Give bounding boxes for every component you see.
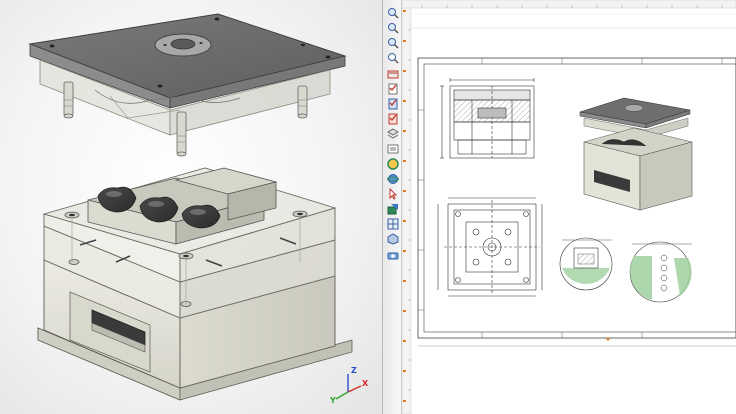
orbit-icon[interactable]: [386, 172, 400, 185]
view-block-icon[interactable]: [386, 67, 400, 80]
ruler-left: [402, 7, 412, 414]
top-mold-half[interactable]: [28, 13, 347, 157]
sphere-icon[interactable]: [386, 157, 400, 170]
zoom-in-icon[interactable]: [386, 6, 400, 19]
3d-viewport[interactable]: Z Y X: [0, 0, 382, 414]
vertical-toolbar: [382, 0, 402, 414]
detail-view-1: [559, 237, 613, 291]
drawing-area[interactable]: [402, 0, 736, 414]
axis-z-label: Z: [351, 366, 357, 375]
isometric-view: [579, 97, 693, 211]
drawing-sheet[interactable]: [402, 0, 736, 414]
zoom-out-icon[interactable]: [386, 21, 400, 34]
mold-model[interactable]: [0, 0, 382, 414]
checklist-blue-icon[interactable]: [386, 97, 400, 110]
axis-y-label: Y: [330, 396, 336, 405]
zoom-window-icon[interactable]: [386, 36, 400, 49]
pointer-icon[interactable]: [386, 187, 400, 200]
properties-icon[interactable]: [386, 142, 400, 155]
checklist-red-icon[interactable]: [386, 112, 400, 125]
grid-icon[interactable]: [386, 217, 400, 230]
layers-icon[interactable]: [386, 127, 400, 140]
fill-icon[interactable]: [386, 202, 400, 215]
zoom-all-icon[interactable]: [386, 51, 400, 64]
bottom-mold-half[interactable]: [37, 167, 353, 401]
axis-x-label: X: [362, 379, 369, 388]
ruler-top: [402, 0, 736, 9]
checklist-icon[interactable]: [386, 82, 400, 95]
camera-icon[interactable]: [386, 248, 400, 261]
solid-icon[interactable]: [386, 232, 400, 245]
axis-triad: [335, 374, 362, 400]
